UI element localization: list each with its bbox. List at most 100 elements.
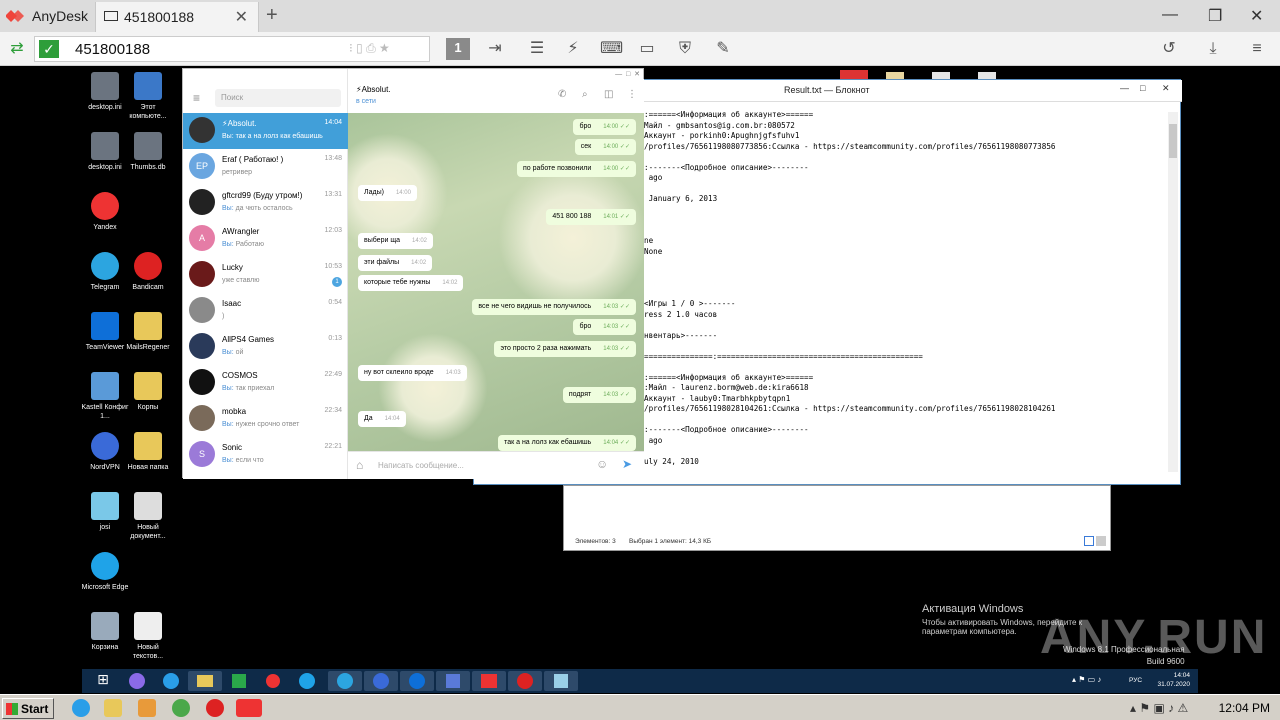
message-bubble[interactable]: сек 14:00 ✓✓: [574, 139, 636, 155]
nordvpn-taskbar-icon[interactable]: [364, 671, 398, 691]
chat-item[interactable]: A AWrangler Вы: Работаю 12:03: [183, 221, 348, 257]
notepad-text[interactable]: :======<Информация об аккаунте>====== Май…: [644, 110, 1164, 474]
chat-item[interactable]: EP Eraf ( Работаю! ) ретривер 13:48: [183, 149, 348, 185]
opera-icon[interactable]: [206, 699, 224, 717]
tray-icons[interactable]: ▴ ⚑ ▭ ♪: [1072, 675, 1101, 684]
bandicam-taskbar-icon[interactable]: [508, 671, 542, 691]
desktop-icon[interactable]: josi: [81, 492, 129, 532]
desktop-icon[interactable]: Yandex: [81, 192, 129, 232]
desktop-icon[interactable]: desktop.ini: [81, 72, 129, 112]
message-bubble[interactable]: Лады) 14:00: [358, 185, 417, 201]
address-field[interactable]: ✓ 451800188 ⁝ ▯ ⎙ ★: [34, 36, 430, 62]
media-player-icon[interactable]: [138, 699, 156, 717]
desktop-icon[interactable]: Новый документ...: [124, 492, 172, 541]
transfer-icon[interactable]: ⇥: [484, 39, 506, 59]
chrome-icon[interactable]: [172, 699, 190, 717]
explorer-window[interactable]: Элементов: 3 Выбран 1 элемент: 14,3 КБ: [563, 485, 1111, 551]
new-tab-icon[interactable]: +: [266, 4, 278, 27]
search-input[interactable]: Поиск: [215, 89, 341, 107]
desktop-icon[interactable]: Telegram: [81, 252, 129, 292]
emoji-icon[interactable]: ☺: [596, 457, 608, 471]
chat-item[interactable]: Isaac) 0:54: [183, 293, 348, 329]
chat-item[interactable]: ⚡Absolut. Вы: так а на лолз как ебашишь 14…: [183, 113, 348, 149]
message-bubble[interactable]: выбери ща 14:02: [358, 233, 433, 249]
windows-start-icon[interactable]: ⊞: [86, 671, 120, 691]
desktop-icon[interactable]: Kastell Конфиг 1...: [81, 372, 129, 421]
explorer-icon[interactable]: [104, 699, 122, 717]
attach-icon[interactable]: ⌂: [356, 458, 363, 472]
message-bubble[interactable]: 451 800 188 14:01 ✓✓: [546, 209, 636, 225]
tiles-view-icon[interactable]: [1096, 536, 1106, 546]
language-indicator[interactable]: РУС: [1129, 677, 1142, 684]
message-composer[interactable]: ⌂ Написать сообщение... ☺ ➤: [348, 451, 644, 479]
message-bubble[interactable]: бро 14:03 ✓✓: [573, 319, 636, 335]
local-tray-icons[interactable]: ▴ ⚑ ▣ ♪ ⚠: [1130, 701, 1188, 715]
menu-icon[interactable]: ≡: [1246, 39, 1268, 59]
desktop-icon[interactable]: Bandicam: [124, 252, 172, 292]
display-icon[interactable]: ▭: [636, 39, 658, 59]
anydesk-local-taskbar-icon[interactable]: [236, 699, 262, 717]
message-bubble[interactable]: все не чего видишь не получилось 14:03 ✓✓: [472, 299, 636, 315]
message-bubble[interactable]: ну вот склеило вроде 14:03: [358, 365, 467, 381]
yandex-taskbar-icon[interactable]: [256, 671, 290, 691]
close-tab-icon[interactable]: ✕: [235, 7, 248, 27]
notepad-taskbar-icon[interactable]: [544, 671, 578, 691]
search-icon[interactable]: ⌕: [582, 89, 588, 100]
message-input[interactable]: Написать сообщение...: [378, 461, 464, 470]
chat-item[interactable]: S Sonic Вы: если что 22:21: [183, 437, 348, 473]
session-tab[interactable]: 451800188 ✕: [95, 2, 259, 32]
history-icon[interactable]: ↺: [1158, 39, 1180, 59]
desktop-icon[interactable]: Корпы: [124, 372, 172, 412]
scroll-thumb[interactable]: [1169, 124, 1177, 158]
maximize-icon[interactable]: □: [1140, 83, 1145, 93]
ie-icon[interactable]: [154, 671, 188, 691]
hamburger-menu-icon[interactable]: ≡: [193, 91, 200, 105]
desktop-icon[interactable]: MailsRegener: [124, 312, 172, 352]
chat-item[interactable]: Lucky уже ставлю 10:53 1: [183, 257, 348, 293]
close-window-icon[interactable]: ✕: [1250, 6, 1263, 26]
anydesk-taskbar-icon[interactable]: [472, 671, 506, 691]
monitor-select-button[interactable]: 1: [446, 38, 470, 60]
details-view-icon[interactable]: [1084, 536, 1094, 546]
message-bubble[interactable]: так а на лолз как ебашишь 14:04 ✓✓: [498, 435, 636, 451]
desktop-icon[interactable]: Корзина: [81, 612, 129, 652]
telegram-window[interactable]: ≡ Поиск ⚡Absolut. Вы: так а на лолз как е…: [182, 68, 644, 479]
send-icon[interactable]: ➤: [622, 457, 632, 471]
chat-item[interactable]: AllPS4 Games Вы: ой 0:13: [183, 329, 348, 365]
desktop-icon[interactable]: desktop.ini: [81, 132, 129, 172]
start-button[interactable]: Start: [2, 698, 54, 719]
message-bubble[interactable]: эти файлы 14:02: [358, 255, 433, 271]
close-icon[interactable]: ✕: [1162, 83, 1170, 94]
draw-pen-icon[interactable]: ✎: [712, 39, 734, 59]
teamviewer-taskbar-icon[interactable]: [400, 671, 434, 691]
window-controls[interactable]: — □ ✕: [615, 70, 640, 78]
more-icon[interactable]: ⋮: [627, 89, 637, 100]
desktop-icon[interactable]: Новая папка: [124, 432, 172, 472]
chat-icon[interactable]: ☰: [526, 39, 548, 59]
edge-taskbar-icon[interactable]: [290, 671, 324, 691]
desktop-icon[interactable]: Этот компьюте...: [124, 72, 172, 121]
call-icon[interactable]: ✆: [558, 89, 566, 100]
message-bubble[interactable]: подрят 14:03 ✓✓: [562, 387, 636, 403]
telegram-taskbar-icon[interactable]: [328, 671, 362, 691]
message-bubble[interactable]: это просто 2 раза нажимать 14:03 ✓✓: [494, 341, 636, 357]
sidebar-toggle-icon[interactable]: ◫: [604, 89, 613, 100]
ie-icon[interactable]: [72, 699, 90, 717]
alice-icon[interactable]: [120, 671, 154, 691]
permissions-shield-icon[interactable]: ⛨: [674, 39, 696, 59]
chat-item[interactable]: gftcrd99 (Буду утром!) Вы: да чють остало…: [183, 185, 348, 221]
accept-icon[interactable]: ⇄: [6, 39, 28, 59]
maximize-icon[interactable]: ❐: [1208, 6, 1222, 26]
message-bubble[interactable]: бро 14:00 ✓✓: [573, 119, 636, 135]
desktop-icon[interactable]: Thumbs.db: [124, 132, 172, 172]
minimize-icon[interactable]: —: [1120, 83, 1129, 93]
app-taskbar-icon[interactable]: [436, 671, 470, 691]
message-bubble[interactable]: по работе позвонили 14:00 ✓✓: [517, 161, 636, 177]
download-icon[interactable]: ⤓: [1202, 39, 1224, 59]
desktop-icon[interactable]: Microsoft Edge: [81, 552, 129, 592]
explorer-taskbar-icon[interactable]: [188, 671, 222, 691]
chat-item[interactable]: COSMOS Вы: так приехал 22:49: [183, 365, 348, 401]
message-bubble[interactable]: которые тебе нужны 14:02: [358, 275, 464, 291]
chat-item[interactable]: mobka Вы: нужен срочно ответ 22:34: [183, 401, 348, 437]
keyboard-icon[interactable]: ⌨: [600, 39, 623, 59]
